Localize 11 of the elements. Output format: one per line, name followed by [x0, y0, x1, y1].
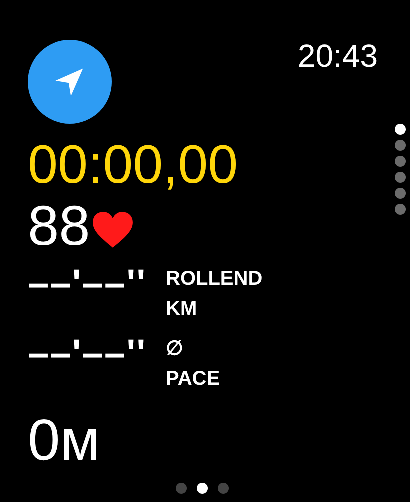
heart-rate: 88 — [28, 198, 90, 254]
metric-label: KM — [166, 297, 198, 322]
pace-value: ––'––'' — [28, 262, 148, 307]
clock-time: 20:43 — [298, 38, 378, 75]
metric-label: ∅ — [166, 337, 183, 362]
metric-label: ROLLEND — [166, 267, 263, 292]
heart-icon — [92, 211, 134, 249]
metric-label: PACE — [166, 367, 220, 392]
pace-value: ––'––'' — [28, 332, 148, 377]
distance-value: 0м — [28, 412, 102, 470]
elapsed-time: 00:00,00 — [28, 138, 240, 192]
